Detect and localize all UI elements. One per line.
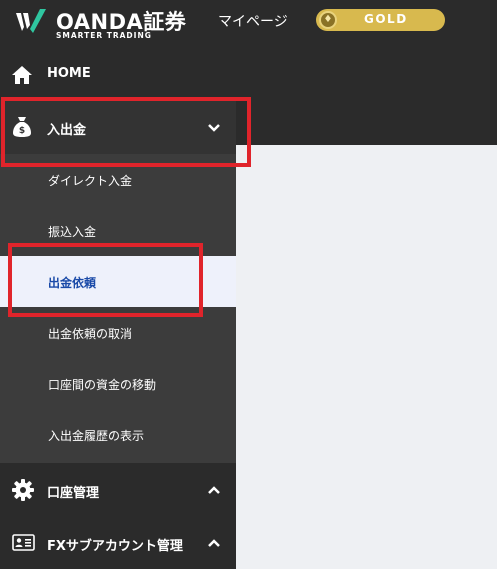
submenu-label: ダイレクト入金 [48, 174, 133, 188]
svg-text:$: $ [19, 126, 25, 136]
submenu-cancel-withdrawal[interactable]: 出金依頼の取消 [0, 307, 236, 358]
sidebar-item-deposit-withdrawal[interactable]: $ 入出金 [0, 100, 236, 154]
sidebar-item-home[interactable]: HOME [0, 48, 236, 100]
gold-badge-label: GOLD [364, 12, 408, 26]
sidebar-item-fx-sub-account[interactable]: FXサブアカウント管理 [0, 517, 236, 569]
submenu-label: 口座間の資金の移動 [48, 378, 157, 392]
submenu-label: 振込入金 [48, 225, 97, 239]
sidebar-item-label: 入出金 [47, 123, 87, 138]
mypage-link[interactable]: マイページ [218, 11, 288, 31]
submenu-label: 入出金履歴の表示 [48, 429, 145, 443]
top-header: OANDA証券 SMARTER TRADING マイページ ♦ GOLD [0, 0, 497, 48]
money-bag-icon: $ [13, 117, 31, 137]
chevron-up-icon [208, 486, 220, 494]
content-top-bar [236, 48, 497, 145]
gold-coin-icon: ♦ [319, 11, 337, 29]
sidebar-item-label: HOME [47, 66, 91, 81]
brand-tagline: SMARTER TRADING [56, 31, 152, 40]
sidebar-item-account-management[interactable]: 口座管理 [0, 463, 236, 517]
submenu-withdrawal-request[interactable]: 出金依頼 [0, 256, 236, 307]
sidebar-item-label: 口座管理 [47, 486, 100, 501]
gold-status-badge[interactable]: ♦ GOLD [316, 9, 445, 31]
home-icon [12, 66, 32, 84]
submenu-fund-transfer[interactable]: 口座間の資金の移動 [0, 358, 236, 409]
submenu-label: 出金依頼の取消 [48, 327, 133, 341]
submenu-label: 出金依頼 [48, 276, 97, 290]
id-card-icon [12, 534, 35, 551]
submenu-history[interactable]: 入出金履歴の表示 [0, 409, 236, 463]
oanda-logo-mark-icon [16, 9, 46, 33]
gear-icon [12, 479, 34, 501]
submenu-direct-deposit[interactable]: ダイレクト入金 [0, 154, 236, 205]
chevron-down-icon [208, 124, 220, 132]
chevron-up-icon [208, 539, 220, 547]
submenu-transfer-deposit[interactable]: 振込入金 [0, 205, 236, 256]
sidebar-item-label: FXサブアカウント管理 [47, 539, 183, 554]
